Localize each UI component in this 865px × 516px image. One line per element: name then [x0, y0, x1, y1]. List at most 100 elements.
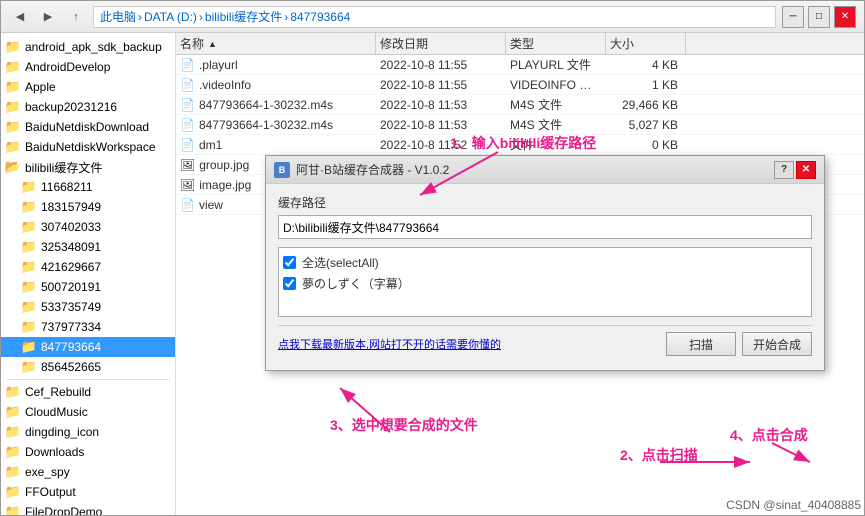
folder-icon: 📁 — [5, 484, 21, 500]
checkbox-all-item: 全选(selectAll) — [283, 252, 807, 273]
path-this-pc[interactable]: 此电脑 — [100, 8, 136, 25]
folder-icon: 📁 — [21, 219, 37, 235]
file-icon: 📄 — [180, 138, 195, 152]
folder-icon: 📁 — [5, 444, 21, 460]
sidebar-item-325348091[interactable]: 📁325348091 — [1, 237, 175, 257]
sidebar-item-android-apk[interactable]: 📁android_apk_sdk_backup — [1, 37, 175, 57]
sidebar-item-11668211[interactable]: 📁11668211 — [1, 177, 175, 197]
sidebar-item-cef[interactable]: 📁Cef_Rebuild — [1, 382, 175, 402]
folder-icon: 📁 — [5, 59, 21, 75]
close-button[interactable]: ✕ — [834, 6, 856, 28]
scan-button[interactable]: 扫描 — [666, 332, 736, 356]
sidebar-divider — [7, 379, 169, 380]
sidebar-item-dingding[interactable]: 📁dingding_icon — [1, 422, 175, 442]
sidebar-item-backup[interactable]: 📁backup20231216 — [1, 97, 175, 117]
sidebar: 📁android_apk_sdk_backup 📁AndroidDevelop … — [1, 33, 176, 515]
path-folder-id[interactable]: 847793664 — [290, 10, 350, 24]
sidebar-item-737977334[interactable]: 📁737977334 — [1, 317, 175, 337]
dialog-close-button[interactable]: ✕ — [796, 161, 816, 179]
back-button[interactable]: ◀ — [9, 6, 31, 28]
sidebar-item-cloudmusic[interactable]: 📁CloudMusic — [1, 402, 175, 422]
merger-dialog: B 阿甘·B站缓存合成器 - V1.0.2 ? ✕ 缓存路径 全选(select… — [265, 155, 825, 371]
sidebar-item-baidu-download[interactable]: 📁BaiduNetdiskDownload — [1, 117, 175, 137]
up-button[interactable]: ↑ — [65, 6, 87, 28]
file-row[interactable]: 📄847793664-1-30232.m4s 2022-10-8 11:53 M… — [176, 115, 864, 135]
dialog-title-bar: B 阿甘·B站缓存合成器 - V1.0.2 ? ✕ — [266, 156, 824, 184]
folder-icon: 📁 — [5, 119, 21, 135]
title-bar: ◀ ▶ ↑ 此电脑 › DATA (D:) › bilibili缓存文件 › 8… — [1, 1, 864, 33]
sidebar-item-apple[interactable]: 📁Apple — [1, 77, 175, 97]
sidebar-item-baidu-workspace[interactable]: 📁BaiduNetdiskWorkspace — [1, 137, 175, 157]
sidebar-item-500720191[interactable]: 📁500720191 — [1, 277, 175, 297]
sidebar-item-android-develop[interactable]: 📁AndroidDevelop — [1, 57, 175, 77]
cache-path-input[interactable] — [278, 215, 812, 239]
address-bar[interactable]: 此电脑 › DATA (D:) › bilibili缓存文件 › 8477936… — [93, 6, 776, 28]
forward-button[interactable]: ▶ — [37, 6, 59, 28]
dialog-footer: 点我下载最新版本,网站打不开的话需要你懂的 扫描 开始合成 — [278, 325, 812, 360]
sidebar-item-filedrop[interactable]: 📁FileDropDemo — [1, 502, 175, 515]
folder-icon: 📁 — [21, 319, 37, 335]
file-icon: 🖼 — [180, 178, 195, 192]
checkbox-video[interactable] — [283, 277, 296, 290]
dialog-help-button[interactable]: ? — [774, 161, 794, 179]
file-row[interactable]: 📄dm1 2022-10-8 11:52 文件 0 KB — [176, 135, 864, 155]
folder-icon: 📁 — [5, 99, 21, 115]
dialog-app-icon: B — [274, 162, 290, 178]
file-icon: 📄 — [180, 198, 195, 212]
sidebar-item-bilibili[interactable]: 📂bilibili缓存文件 — [1, 157, 175, 177]
checkbox-all[interactable] — [283, 256, 296, 269]
folder-icon: 📁 — [5, 424, 21, 440]
checkbox-video-item: 夢のしずく（字幕） — [283, 273, 807, 294]
folder-icon: 📂 — [5, 159, 21, 175]
checkbox-video-label: 夢のしずく（字幕） — [302, 275, 410, 292]
minimize-button[interactable]: ─ — [782, 6, 804, 28]
merge-button[interactable]: 开始合成 — [742, 332, 812, 356]
folder-icon: 📁 — [21, 239, 37, 255]
watermark: CSDN @sinat_40408885 — [726, 498, 861, 512]
col-header-size[interactable]: 大小 — [606, 33, 686, 54]
sidebar-item-183157949[interactable]: 📁183157949 — [1, 197, 175, 217]
folder-icon: 📁 — [5, 39, 21, 55]
col-header-name[interactable]: 名称▲ — [176, 33, 376, 54]
sidebar-item-856452665[interactable]: 📁856452665 — [1, 357, 175, 377]
checkbox-all-label: 全选(selectAll) — [302, 254, 379, 271]
folder-icon: 📁 — [21, 279, 37, 295]
col-header-date[interactable]: 修改日期 — [376, 33, 506, 54]
file-row[interactable]: 📄.videoInfo 2022-10-8 11:55 VIDEOINFO 文件… — [176, 75, 864, 95]
sidebar-item-downloads[interactable]: 📁Downloads — [1, 442, 175, 462]
sidebar-item-421629667[interactable]: 📁421629667 — [1, 257, 175, 277]
sidebar-item-307402033[interactable]: 📁307402033 — [1, 217, 175, 237]
file-row[interactable]: 📄.playurl 2022-10-8 11:55 PLAYURL 文件 4 K… — [176, 55, 864, 75]
cache-path-label: 缓存路径 — [278, 194, 812, 211]
folder-icon: 📁 — [5, 404, 21, 420]
folder-icon: 📁 — [21, 359, 37, 375]
folder-icon: 📁 — [21, 339, 37, 355]
sidebar-item-exe-spy[interactable]: 📁exe_spy — [1, 462, 175, 482]
folder-icon: 📁 — [21, 259, 37, 275]
file-row[interactable]: 📄847793664-1-30232.m4s 2022-10-8 11:53 M… — [176, 95, 864, 115]
file-icon: 🖼 — [180, 158, 195, 172]
file-selection-list: 全选(selectAll) 夢のしずく（字幕） — [278, 247, 812, 317]
folder-icon: 📁 — [21, 179, 37, 195]
file-icon: 📄 — [180, 58, 195, 72]
sidebar-item-847793664[interactable]: 📁847793664 — [1, 337, 175, 357]
folder-icon: 📁 — [21, 299, 37, 315]
file-icon: 📄 — [180, 98, 195, 112]
dialog-body: 缓存路径 全选(selectAll) 夢のしずく（字幕） 点我下载最新版本,网站… — [266, 184, 824, 370]
path-bilibili[interactable]: bilibili缓存文件 — [205, 8, 282, 25]
path-data-d[interactable]: DATA (D:) — [144, 10, 197, 24]
file-icon: 📄 — [180, 118, 195, 132]
window-controls: ─ □ ✕ — [782, 6, 856, 28]
dialog-title-text: 阿甘·B站缓存合成器 - V1.0.2 — [296, 161, 768, 178]
sidebar-item-533735749[interactable]: 📁533735749 — [1, 297, 175, 317]
sidebar-item-ffoutput[interactable]: 📁FFOutput — [1, 482, 175, 502]
col-header-type[interactable]: 类型 — [506, 33, 606, 54]
dialog-controls: ? ✕ — [774, 161, 816, 179]
maximize-button[interactable]: □ — [808, 6, 830, 28]
footer-link[interactable]: 点我下载最新版本,网站打不开的话需要你懂的 — [278, 336, 660, 352]
folder-icon: 📁 — [21, 199, 37, 215]
folder-icon: 📁 — [5, 384, 21, 400]
file-list-header: 名称▲ 修改日期 类型 大小 — [176, 33, 864, 55]
folder-icon: 📁 — [5, 79, 21, 95]
folder-icon: 📁 — [5, 504, 21, 515]
